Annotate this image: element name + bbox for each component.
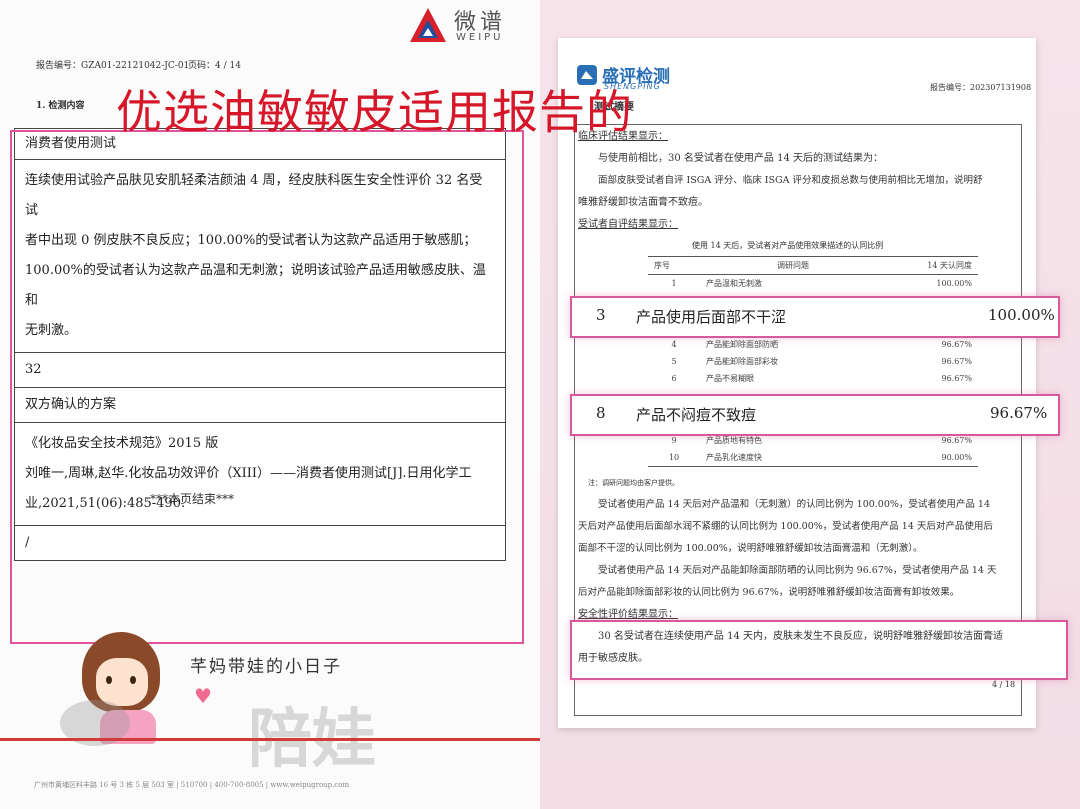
survey-table-mid: 4 产品能卸除面部防晒 96.67% 5 产品能卸除面部彩妆 96.67% 6 产品不易糊… bbox=[648, 336, 978, 387]
self-eval-heading: 受试者自评结果显示： bbox=[578, 219, 678, 230]
safety-line-a: 30 名受试者在连续使用产品 14 天内，皮肤未发生不良反应，说明舒唯雅舒缓卸妆… bbox=[598, 631, 1003, 642]
footer-divider bbox=[0, 738, 540, 741]
highlight-frame-left bbox=[10, 130, 524, 644]
clinical-p2b: 唯雅舒缓卸妆洁面膏不致痘。 bbox=[578, 197, 708, 208]
weipu-logo: 微谱 WEIPU bbox=[408, 4, 528, 48]
footer-address: 广州市黄埔区科丰路 16 号 3 栋 5 层 503 室 | 510700 | … bbox=[34, 781, 350, 789]
table-cell: 产品能卸除面部彩妆 bbox=[706, 357, 778, 366]
table-cell: 产品乳化速度快 bbox=[706, 453, 762, 462]
watermark-caption: 芊妈带娃的小日子 bbox=[190, 657, 342, 677]
highlight-safety: 30 名受试者在连续使用产品 14 天内，皮肤未发生不良反应，说明舒唯雅舒缓卸妆… bbox=[570, 620, 1068, 680]
highlight-row-8: 8 产品不闷痘不致痘 96.67% bbox=[570, 394, 1060, 436]
table-note: 注：调研问题均由客户提供。 bbox=[588, 479, 679, 487]
para2b: 后对产品能卸除面部彩妆的认同比例为 96.67%，说明舒唯雅舒缓卸妆洁面膏有卸妆… bbox=[578, 587, 960, 598]
table-row: 1 产品温和无刺激 100.00% bbox=[648, 275, 978, 293]
table-cell: 100.00% bbox=[936, 279, 972, 288]
table-cell: 产品温和无刺激 bbox=[706, 279, 762, 288]
table-caption: 使用 14 天后，受试者对产品使用效果描述的认同比例 bbox=[692, 241, 884, 250]
table-cell: 6 bbox=[671, 374, 677, 383]
table-cell: 1 bbox=[671, 279, 677, 288]
table-cell: 96.67% bbox=[941, 340, 972, 349]
table-cell: 96.67% bbox=[941, 357, 972, 366]
highlight-value: 100.00% bbox=[988, 306, 1055, 324]
report-number: 报告编号：GZA01-22121042-JC-01 bbox=[36, 61, 190, 71]
table-cell: 5 bbox=[671, 357, 677, 366]
weipu-logo-en: WEIPU bbox=[456, 32, 504, 43]
table-row: 5 产品能卸除面部彩妆 96.67% bbox=[648, 353, 978, 370]
table-cell: 产品不易糊眼 bbox=[706, 374, 754, 383]
table-cell: 产品能卸除面部防晒 bbox=[706, 340, 778, 349]
highlight-value: 96.67% bbox=[990, 404, 1048, 422]
section-heading: 1. 检测内容 bbox=[36, 101, 85, 111]
page-number: 页码：4 / 14 bbox=[188, 61, 241, 71]
table-row: 10 产品乳化速度快 90.00% bbox=[648, 449, 978, 467]
highlight-question: 产品不闷痘不致痘 bbox=[636, 406, 757, 424]
table-cell: 96.67% bbox=[941, 374, 972, 383]
table-cell: 4 bbox=[671, 340, 677, 349]
highlight-no: 3 bbox=[596, 306, 606, 324]
highlight-no: 8 bbox=[596, 404, 606, 422]
para1c: 面部不干涩的认同比例为 100.00%，说明舒唯雅舒缓卸妆洁面膏温和（无刺激）。 bbox=[578, 543, 923, 554]
header-cell: 序号 bbox=[654, 261, 670, 270]
header-cell: 14 天认同度 bbox=[927, 261, 972, 270]
table-row: 4 产品能卸除面部防晒 96.67% bbox=[648, 336, 978, 353]
para1a: 受试者使用产品 14 天后对产品温和（无刺激）的认同比例为 100.00%，受试… bbox=[598, 499, 991, 510]
clinical-p1: 与使用前相比，30 名受试者在使用产品 14 天后的测试结果为： bbox=[598, 153, 883, 164]
safety-line-b: 用于敏感皮肤。 bbox=[578, 653, 648, 664]
watermark-large-text: 陪娃 bbox=[248, 703, 376, 777]
highlight-row-3: 3 产品使用后面部不干涩 100.00% bbox=[570, 296, 1060, 338]
table-header-row: 序号 调研问题 14 天认同度 bbox=[648, 256, 978, 275]
right-page-number: 4 / 18 bbox=[992, 680, 1016, 689]
heart-icon: ♥ bbox=[194, 684, 212, 708]
table-cell: 90.00% bbox=[941, 453, 972, 462]
survey-table-bottom: 9 产品质地有特色 96.67% 10 产品乳化速度快 90.00% bbox=[648, 432, 978, 467]
survey-table: 序号 调研问题 14 天认同度 1 产品温和无刺激 100.00% bbox=[648, 256, 978, 292]
highlight-question: 产品使用后面部不干涩 bbox=[636, 308, 787, 326]
table-row: 6 产品不易糊眼 96.67% bbox=[648, 370, 978, 387]
weipu-logo-icon bbox=[410, 8, 446, 42]
right-report-number: 报告编号：2023071319​08 bbox=[930, 83, 1032, 92]
table-cell: 10 bbox=[668, 453, 680, 462]
para2a: 受试者使用产品 14 天后对产品能卸除面部防晒的认同比例为 96.67%，受试者… bbox=[598, 565, 997, 576]
clinical-p2a: 面部皮肤受试者自评 ISGA 评分、临床 ISGA 评分和皮损总数与使用前相比无… bbox=[598, 175, 983, 186]
header-cell: 调研问题 bbox=[777, 261, 809, 270]
para1b: 天后对产品使用后面部水润不紧绷的认同比例为 100.00%，受试者使用产品 14… bbox=[578, 521, 993, 532]
overlay-title: 优选油敏敏皮适用报告的 bbox=[116, 85, 633, 139]
